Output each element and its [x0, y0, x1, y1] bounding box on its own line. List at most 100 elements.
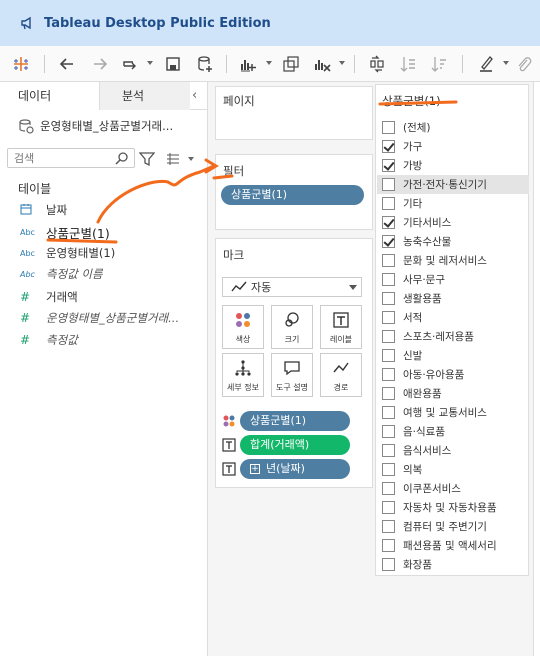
checkbox[interactable]: [382, 463, 395, 476]
size-button[interactable]: 크기: [271, 305, 313, 349]
filter-option[interactable]: 가방: [382, 156, 528, 175]
filter-option[interactable]: (전체): [382, 118, 528, 137]
checkbox[interactable]: [382, 520, 395, 533]
filter-option[interactable]: 기타: [382, 194, 528, 213]
filter-option-label: 아동·유아용품: [403, 369, 465, 381]
new-worksheet-dropdown-icon[interactable]: [266, 61, 272, 65]
filter-option[interactable]: 컴퓨터 및 주변기기: [382, 517, 528, 536]
checkbox[interactable]: [382, 235, 395, 248]
checkbox[interactable]: [382, 349, 395, 362]
view-dropdown-icon[interactable]: [188, 157, 194, 161]
checkbox[interactable]: [382, 482, 395, 495]
checkbox[interactable]: [382, 121, 395, 134]
swap-icon[interactable]: [367, 54, 387, 74]
search-field[interactable]: [7, 148, 135, 168]
new-datasource-icon[interactable]: [195, 54, 215, 74]
label-measure-pill[interactable]: 합계(거래액): [240, 435, 350, 455]
field-item[interactable]: Abc 상품군별(1): [20, 222, 110, 242]
filter-option[interactable]: 이쿠폰서비스: [382, 479, 528, 498]
filter-option[interactable]: 서적: [382, 308, 528, 327]
redo-icon[interactable]: [120, 54, 140, 74]
field-item[interactable]: # 거래액: [20, 287, 78, 307]
checkbox[interactable]: [382, 254, 395, 267]
pages-shelf[interactable]: 페이지: [215, 86, 373, 140]
tab-data[interactable]: 데이터: [0, 82, 100, 110]
highlight-dropdown-icon[interactable]: [503, 61, 509, 65]
marks-field-row[interactable]: 합계(거래액): [222, 435, 368, 455]
new-worksheet-icon[interactable]: [238, 54, 258, 74]
checkbox[interactable]: [382, 406, 395, 419]
checkbox[interactable]: [382, 311, 395, 324]
filter-option[interactable]: 패션용품 및 액세서리: [382, 536, 528, 555]
checkbox[interactable]: [382, 425, 395, 438]
label-date-pill[interactable]: + 년(날짜): [240, 459, 350, 479]
marks-field-row[interactable]: + 년(날짜): [222, 459, 368, 479]
save-icon[interactable]: [163, 54, 183, 74]
checkbox[interactable]: [382, 216, 395, 229]
checkbox[interactable]: [382, 330, 395, 343]
filter-option[interactable]: 음식서비스: [382, 441, 528, 460]
filter-option[interactable]: 생활용품: [382, 289, 528, 308]
filters-shelf[interactable]: 필터 상품군별(1): [215, 154, 373, 230]
checkbox[interactable]: [382, 292, 395, 305]
redo-dropdown-icon[interactable]: [147, 61, 153, 65]
filter-option[interactable]: 여행 및 교통서비스: [382, 403, 528, 422]
filter-option[interactable]: 신발: [382, 346, 528, 365]
checkbox[interactable]: [382, 140, 395, 153]
path-button[interactable]: 경로: [320, 353, 362, 397]
filter-option[interactable]: 사무·문구: [382, 270, 528, 289]
checkbox[interactable]: [382, 444, 395, 457]
label-button[interactable]: 레이블: [320, 305, 362, 349]
filter-option[interactable]: 농축수산물: [382, 232, 528, 251]
filter-option[interactable]: 의복: [382, 460, 528, 479]
highlight-icon[interactable]: [476, 54, 496, 74]
view-list-icon[interactable]: [166, 152, 180, 166]
filter-option[interactable]: 가구: [382, 137, 528, 156]
field-item[interactable]: # 운영형태별_상품군별거래...: [20, 308, 179, 328]
color-field-pill[interactable]: 상품군별(1): [240, 411, 350, 431]
filter-option[interactable]: 가전·전자·통신기기: [377, 175, 529, 194]
back-icon[interactable]: [57, 54, 77, 74]
checkbox[interactable]: [382, 178, 395, 191]
field-item[interactable]: # 측정값: [20, 330, 78, 350]
duplicate-icon[interactable]: [281, 54, 301, 74]
filter-option[interactable]: 기타서비스: [382, 213, 528, 232]
filter-option[interactable]: 스포츠·레저용품: [382, 327, 528, 346]
checkbox[interactable]: [382, 558, 395, 571]
forward-icon[interactable]: [90, 54, 110, 74]
datasource-item[interactable]: 운영형태별_상품군별거래...: [0, 112, 208, 140]
checkbox[interactable]: [382, 387, 395, 400]
filter-option[interactable]: 화장품: [382, 555, 528, 574]
checkbox[interactable]: [382, 159, 395, 172]
mark-type-select[interactable]: 자동: [222, 277, 362, 297]
field-item[interactable]: Abc 운영형태별(1): [20, 243, 115, 263]
tooltip-button[interactable]: 도구 설명: [271, 353, 313, 397]
field-item[interactable]: Abc 측정값 이름: [20, 264, 103, 284]
marks-field-row[interactable]: 상품군별(1): [222, 411, 368, 431]
detail-button[interactable]: 세부 정보: [222, 353, 264, 397]
sort-ascending-icon[interactable]: [398, 54, 418, 74]
checkbox[interactable]: [382, 368, 395, 381]
filter-option[interactable]: 음·식료품: [382, 422, 528, 441]
filter-icon[interactable]: [139, 151, 155, 167]
collapse-panel-icon[interactable]: ‹: [192, 88, 197, 103]
field-item[interactable]: 날짜: [20, 200, 67, 220]
filter-option[interactable]: 애완용품: [382, 384, 528, 403]
expand-icon[interactable]: +: [250, 464, 260, 474]
filter-option[interactable]: 문화 및 레저서비스: [382, 251, 528, 270]
clear-icon[interactable]: [312, 54, 332, 74]
checkbox[interactable]: [382, 539, 395, 552]
filter-option[interactable]: 아동·유아용품: [382, 365, 528, 384]
filter-pill[interactable]: 상품군별(1): [221, 185, 364, 205]
color-button[interactable]: 색상: [222, 305, 264, 349]
attach-icon[interactable]: [514, 54, 534, 74]
search-input[interactable]: [8, 149, 108, 167]
tableau-logo-icon[interactable]: [11, 54, 31, 74]
checkbox[interactable]: [382, 501, 395, 514]
tab-analysis[interactable]: 분석: [100, 82, 190, 110]
checkbox[interactable]: [382, 197, 395, 210]
filter-option[interactable]: 자동차 및 자동차용품: [382, 498, 528, 517]
clear-dropdown-icon[interactable]: [339, 61, 345, 65]
sort-descending-icon[interactable]: [429, 54, 449, 74]
checkbox[interactable]: [382, 273, 395, 286]
